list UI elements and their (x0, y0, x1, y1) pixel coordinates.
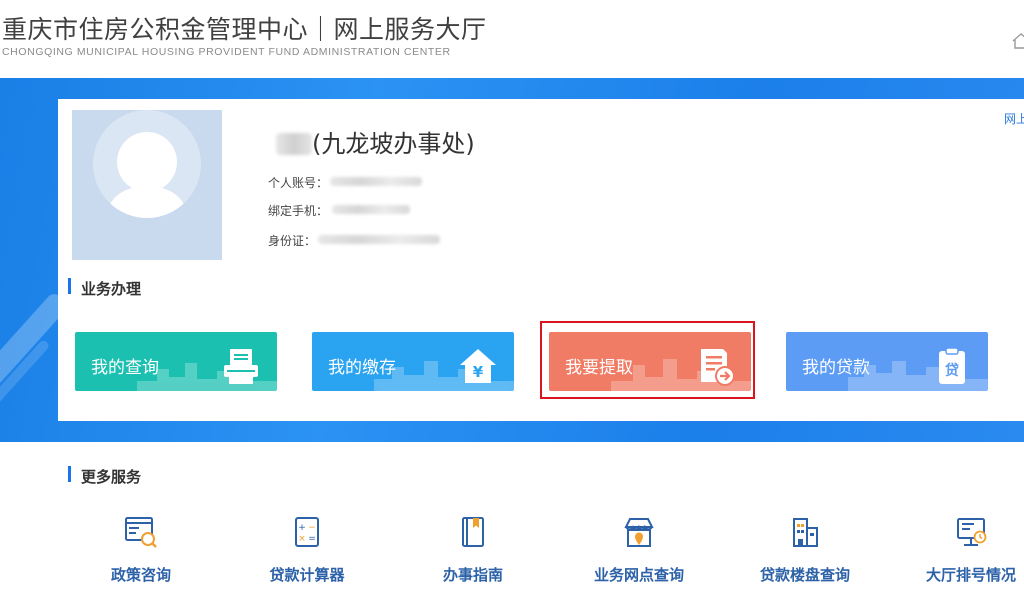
policy-browser-search-icon (125, 517, 157, 548)
queue-monitor-icon (957, 518, 987, 546)
header: 重庆市住房公积金管理中心｜网上服务大厅 CHONGQING MUNICIPAL … (0, 0, 1024, 78)
svg-text:=: = (308, 534, 316, 544)
svg-text:¥: ¥ (473, 363, 484, 381)
tile-my-loan[interactable]: 我的贷款 贷 (786, 332, 988, 391)
service-label: 大厅排号情况 (925, 566, 1016, 584)
house-yuan-icon: ¥ (460, 349, 496, 383)
service-label: 办事指南 (442, 566, 503, 584)
service-label: 贷款楼盘查询 (759, 566, 850, 584)
masked-id-number (318, 235, 440, 244)
user-name: (九龙坡办事处) (276, 124, 475, 159)
masked-account-number (330, 177, 422, 186)
phone-label: 绑定手机： (268, 204, 329, 218)
site-title: 重庆市住房公积金管理中心｜网上服务大厅 (2, 15, 487, 44)
tile-label: 我的贷款 (802, 358, 870, 378)
section-marker (68, 466, 71, 482)
service-branch-query[interactable]: 业务网点查询 (579, 515, 699, 585)
service-guide[interactable]: 办事指南 (413, 515, 533, 585)
avatar (72, 110, 222, 260)
tile-my-deposit[interactable]: 我的缴存 ¥ (312, 332, 514, 391)
service-label: 贷款计算器 (269, 566, 345, 584)
tile-my-query[interactable]: 我的查询 (75, 332, 277, 391)
service-property-query[interactable]: 贷款楼盘查询 (745, 515, 865, 585)
service-loan-calculator[interactable]: + − × = 贷款计算器 (247, 515, 367, 585)
page: 重庆市住房公积金管理中心｜网上服务大厅 CHONGQING MUNICIPAL … (0, 0, 1024, 590)
masked-phone-number (332, 205, 410, 214)
printer-icon (224, 349, 258, 384)
calculator-icon: + − × = (295, 517, 319, 547)
section-marker (68, 278, 71, 294)
svg-text:贷: 贷 (945, 362, 959, 379)
svg-text:+: + (298, 523, 306, 533)
home-icon[interactable] (1012, 32, 1024, 50)
site-subtitle: CHONGQING MUNICIPAL HOUSING PROVIDENT FU… (2, 46, 451, 58)
avatar-placeholder (93, 110, 201, 218)
branch-location-icon (624, 518, 654, 547)
more-services-title: 更多服务 (81, 468, 142, 486)
account-label: 个人账号： (268, 176, 329, 190)
id-label: 身份证： (268, 234, 317, 248)
service-label: 业务网点查询 (593, 566, 684, 584)
building-icon (793, 518, 818, 547)
service-queue-status[interactable]: 大厅排号情况 (911, 515, 1024, 585)
side-link[interactable]: 网上 (1004, 110, 1024, 127)
selection-highlight (540, 321, 755, 399)
masked-name (276, 133, 312, 155)
office-name: (九龙坡办事处) (312, 130, 475, 158)
service-policy-consult[interactable]: 政策咨询 (81, 515, 201, 585)
guide-book-icon (462, 517, 484, 547)
user-silhouette-icon (107, 132, 187, 218)
svg-text:×: × (298, 534, 306, 544)
service-label: 政策咨询 (110, 566, 171, 584)
business-section-title: 业务办理 (81, 280, 142, 298)
loan-clipboard-icon: 贷 (939, 347, 965, 384)
svg-text:−: − (308, 523, 316, 533)
tile-label: 我的缴存 (328, 358, 396, 378)
tile-label: 我的查询 (91, 358, 159, 378)
